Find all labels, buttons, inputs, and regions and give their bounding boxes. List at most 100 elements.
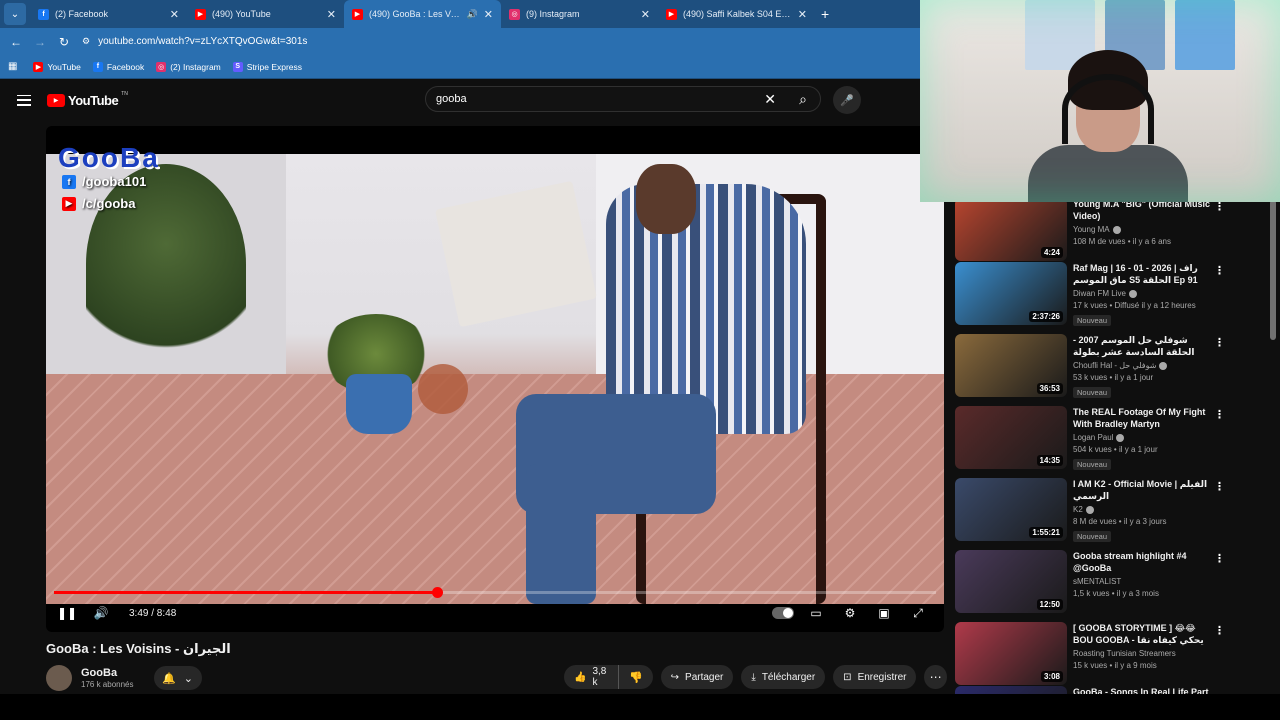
recommendation-item[interactable]: 3:08 [ GOOBA STORYTIME ] 😂😂 BOU GOOBA - ي… [955,622,1275,688]
video-thumbnail[interactable]: 3:08 [955,622,1067,685]
bookmark-label: (2) Instagram [170,61,221,72]
save-button[interactable]: ⊡ Enregistrer [833,665,917,689]
search-input[interactable]: gooba ✕ [425,86,821,112]
recommendation-item[interactable]: 1:55:21 I AM K2 - Official Movie | الفيلم… [955,478,1275,544]
menu-icon[interactable] [17,94,31,106]
recommendation-channel[interactable]: K2 [1073,505,1083,514]
recommendation-channel[interactable]: Logan Paul [1073,433,1113,442]
reload-button[interactable]: ↻ [52,35,76,49]
recommendation-channel[interactable]: Roasting Tunisian Streamers [1073,649,1176,658]
fullscreen-icon[interactable]: ⤢ [906,606,930,621]
recommendation-title[interactable]: Raf Mag | 16 - 01 - 2026 | راف ماق الموس… [1073,262,1213,286]
video-thumbnail[interactable]: 12:50 [955,550,1067,613]
youtube-logo[interactable]: ▶ YouTube TN [47,91,128,108]
forward-button[interactable]: → [28,35,52,49]
recommendation-channel[interactable]: Diwan FM Live [1073,289,1126,298]
video-thumbnail[interactable]: 1:55:21 [955,478,1067,541]
recommendation-title[interactable]: I AM K2 - Official Movie | الفيلم الرسمي [1073,478,1213,502]
recommendation-channel[interactable]: Young MA [1073,225,1110,234]
browser-tab[interactable]: ▶ (490) GooBa : Les Voisins - 🔊 ✕ [344,0,501,28]
recommendation-item[interactable]: GooBa - Songs In Real Life Part [955,686,1275,694]
recommendation-channel[interactable]: Choufli Hal - شوفلي حل [1073,361,1156,370]
bookmark-item[interactable]: f Facebook [92,61,144,72]
close-tab-icon[interactable]: ✕ [170,8,179,21]
facebook-icon: f [62,174,76,189]
video-thumbnail[interactable]: 4:24 [955,198,1067,261]
more-options-icon[interactable]: ⋮ [1214,336,1225,349]
more-options-icon[interactable]: ⋮ [1214,264,1225,277]
download-label: Télécharger [761,671,816,683]
back-button[interactable]: ← [4,35,28,49]
volume-icon[interactable]: 🔊 [89,606,113,620]
verified-icon [1112,225,1121,234]
address-bar[interactable]: ⚙ youtube.com/watch?v=zLYcXTQvOGw&t=301s [82,31,920,53]
sidebar-scrollbar[interactable] [1270,200,1276,340]
close-tab-icon[interactable]: ✕ [798,8,807,21]
tab-search-icon[interactable]: ⌄ [4,3,26,25]
bookmark-item[interactable]: S Stripe Express [232,61,302,72]
download-button[interactable]: ⤓ Télécharger [741,665,826,689]
recommendation-stats: 108 M de vues • il y a 6 ans [1073,237,1171,246]
recommendation-title[interactable]: GooBa - Songs In Real Life Part [1073,686,1213,694]
bookmark-item[interactable]: ▶ YouTube [33,61,81,72]
video-player[interactable]: GooBa f /gooba101 ▶ /c/gooba ❚❚ 🔊 3:49 /… [46,126,944,632]
pause-icon[interactable]: ❚❚ [55,606,79,620]
video-thumbnail[interactable]: 14:35 [955,406,1067,469]
instagram-icon: ◎ [509,8,520,20]
apps-icon[interactable]: ▦ [8,61,17,72]
recommendation-item[interactable]: 12:50 Gooba stream highlight #4 @GooBa sME… [955,550,1275,616]
recommendation-title[interactable]: The REAL Footage Of My Fight With Bradle… [1073,406,1213,430]
more-options-icon[interactable]: ⋮ [1214,552,1225,565]
channel-avatar[interactable] [46,665,72,691]
like-count: 3,8 k [592,666,607,688]
video-thumbnail[interactable] [955,686,1067,694]
search-icon[interactable]: ⌕ [788,86,818,112]
more-options-icon[interactable]: ⋮ [1214,408,1225,421]
progress-bar[interactable] [54,587,936,598]
tab-audio-icon[interactable]: 🔊 [467,9,478,20]
recommendation-title[interactable]: [ GOOBA STORYTIME ] 😂😂 BOU GOOBA - يحكي … [1073,622,1213,646]
microphone-icon[interactable]: 🎤 [833,86,861,114]
recommendation-item[interactable]: 36:53 شوفلي حل الموسم 2007 - الحلقة الساد… [955,334,1275,400]
download-icon: ⤓ [751,671,756,683]
browser-tab[interactable]: ▶ (490) Saffi Kalbek S04 Episode ✕ [658,0,815,28]
clear-search-icon[interactable]: ✕ [764,91,776,108]
progress-played [54,591,437,594]
recommendation-title[interactable]: Gooba stream highlight #4 @GooBa [1073,550,1213,574]
browser-tab[interactable]: ◎ (9) Instagram ✕ [501,0,658,28]
recommendation-item[interactable]: 14:35 The REAL Footage Of My Fight With B… [955,406,1275,472]
dislike-button[interactable]: 👎 [619,665,653,689]
subtitles-icon[interactable]: ▭ [804,606,828,620]
recommendation-item[interactable]: 4:24 Young M.A "BIG" (Official Music Vide… [955,198,1275,264]
url-text[interactable]: youtube.com/watch?v=zLYcXTQvOGw&t=301s [98,36,307,47]
video-frame [46,154,944,604]
video-thumbnail[interactable]: 36:53 [955,334,1067,397]
webcam-overlay [920,0,1280,202]
recommendation-item[interactable]: 2:37:26 Raf Mag | 16 - 01 - 2026 | راف ما… [955,262,1275,328]
more-actions-icon[interactable]: ⋯ [924,665,947,689]
close-tab-icon[interactable]: ✕ [641,8,650,21]
settings-icon[interactable]: ⚙ [838,606,862,620]
autoplay-toggle[interactable] [772,607,794,619]
site-info-icon[interactable]: ⚙ [82,36,90,47]
theater-mode-icon[interactable]: ▣ [872,606,896,620]
channel-name[interactable]: GooBa [81,667,134,679]
more-options-icon[interactable]: ⋮ [1214,480,1225,493]
youtube-icon: ▶ [352,8,363,20]
video-thumbnail[interactable]: 2:37:26 [955,262,1067,325]
duration-badge: 12:50 [1036,599,1063,610]
more-options-icon[interactable]: ⋮ [1214,624,1225,637]
share-button[interactable]: ↪ Partager [660,665,734,689]
search-value[interactable]: gooba [436,93,467,105]
close-tab-icon[interactable]: ✕ [327,8,336,21]
bookmark-item[interactable]: ◎ (2) Instagram [156,61,221,72]
browser-tab[interactable]: f (2) Facebook ✕ [30,0,187,28]
recommendation-title[interactable]: شوفلي حل الموسم 2007 - الحلقة السادسة عش… [1073,334,1213,358]
browser-tab[interactable]: ▶ (490) YouTube ✕ [187,0,344,28]
like-button[interactable]: 👍 3,8 k [564,665,619,689]
recommendation-channel[interactable]: sMENTALIST [1073,577,1121,586]
subscribed-bell-button[interactable]: 🔔 ⌄ [153,666,202,690]
close-tab-icon[interactable]: ✕ [484,8,493,21]
new-tab-button[interactable]: + [821,6,829,22]
progress-scrubber[interactable] [431,587,443,598]
